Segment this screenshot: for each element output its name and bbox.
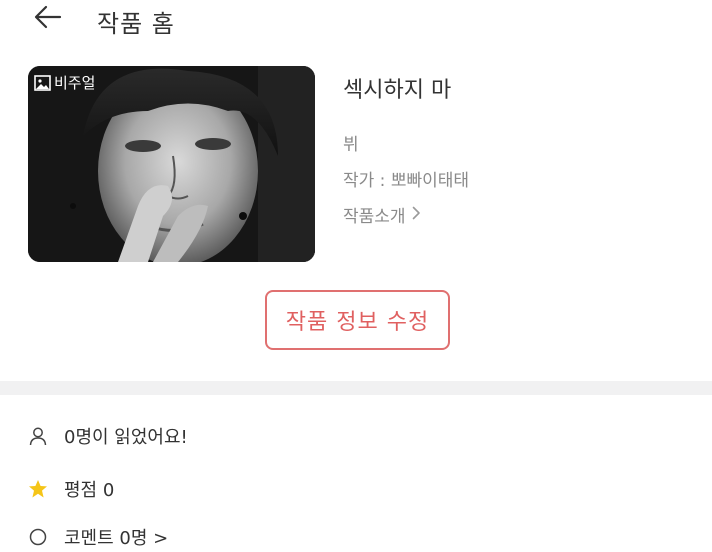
- chevron-right-icon: [412, 205, 421, 225]
- work-title: 섹시하지 마: [343, 78, 452, 103]
- cover-image[interactable]: 비주얼: [28, 66, 315, 262]
- work-author[interactable]: 작가 : 뽀빠이태태: [343, 166, 469, 191]
- image-icon: [34, 74, 51, 91]
- star-icon: [28, 479, 48, 499]
- rating-text: 평점 0: [64, 480, 115, 501]
- rating-row: 평점 0: [28, 476, 114, 502]
- readers-text: 0명이 읽었어요!: [64, 427, 188, 448]
- work-genre: 뷔: [343, 135, 359, 155]
- visual-badge: 비주얼: [34, 72, 95, 93]
- readers-row: 0명이 읽었어요!: [28, 423, 188, 449]
- back-arrow-icon[interactable]: [28, 0, 68, 36]
- section-divider: [0, 381, 712, 395]
- top-bar: 작품 홈: [0, 0, 712, 40]
- person-icon: [28, 426, 48, 446]
- intro-label: 작품소개: [343, 207, 406, 227]
- comment-icon: [28, 527, 48, 547]
- cover-photo: [28, 66, 315, 262]
- badge-label: 비주얼: [54, 74, 96, 92]
- intro-link[interactable]: 작품소개: [343, 202, 421, 227]
- page-title: 작품 홈: [97, 10, 175, 38]
- edit-work-info-button[interactable]: 작품 정보 수정: [265, 290, 450, 350]
- comments-row[interactable]: 코멘트 0명 >: [28, 524, 168, 550]
- comments-text: 코멘트 0명 >: [64, 528, 169, 549]
